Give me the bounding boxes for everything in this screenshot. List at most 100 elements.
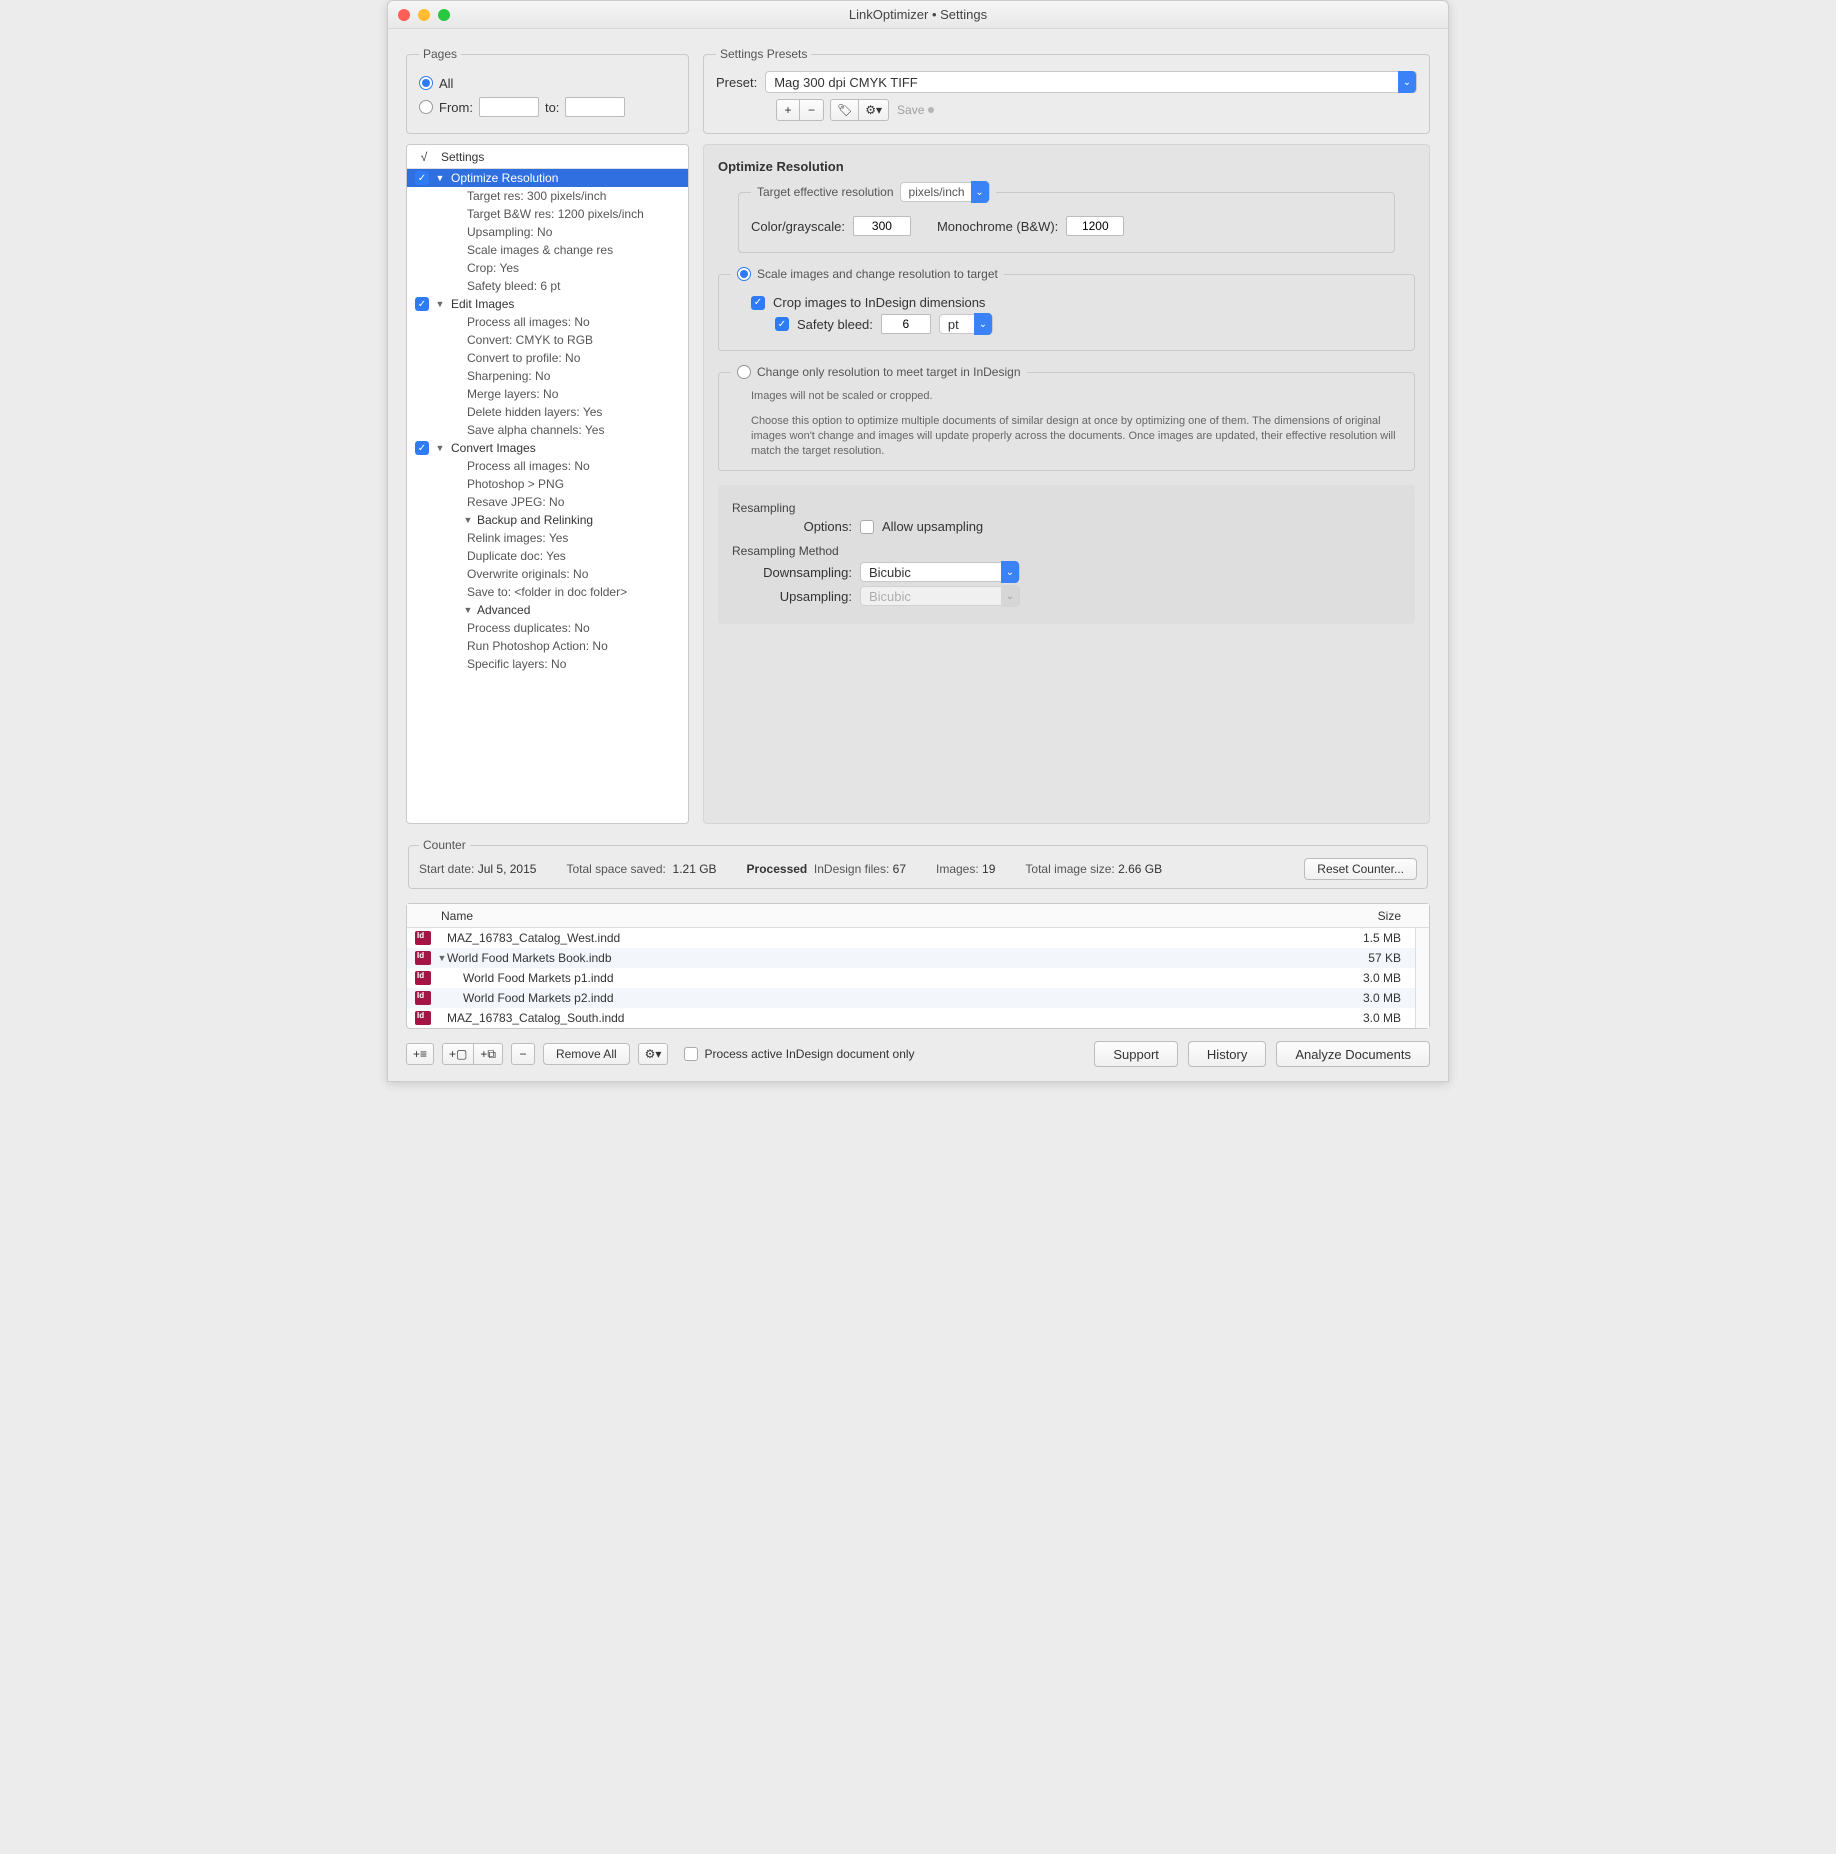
pages-all-radio[interactable] bbox=[419, 76, 433, 90]
tree-sub: Process all images: No bbox=[415, 459, 590, 473]
preset-save-button[interactable]: Save bbox=[897, 103, 934, 117]
allow-upsampling-label: Allow upsampling bbox=[882, 519, 983, 534]
chevron-updown-icon: ⌄ bbox=[971, 181, 989, 203]
triangle-down-icon[interactable]: ▼ bbox=[463, 515, 473, 525]
preset-select[interactable]: Mag 300 dpi CMYK TIFF ⌄ bbox=[765, 71, 1417, 93]
pages-from-input[interactable] bbox=[479, 97, 539, 117]
col-name[interactable]: Name bbox=[407, 909, 1335, 923]
dot-icon bbox=[928, 107, 934, 113]
tree-sub: Target res: 300 pixels/inch bbox=[415, 189, 606, 203]
scale-images-radio[interactable] bbox=[737, 267, 751, 281]
indesign-file-icon bbox=[415, 1011, 431, 1025]
tree-item-backup[interactable]: ▼Backup and Relinking bbox=[407, 511, 688, 529]
mono-res-input[interactable] bbox=[1066, 216, 1124, 236]
minimize-icon[interactable] bbox=[418, 9, 430, 21]
add-files-button[interactable]: +⧉ bbox=[474, 1043, 503, 1065]
tree-sub: Crop: Yes bbox=[415, 261, 519, 275]
remove-all-button[interactable]: Remove All bbox=[543, 1043, 630, 1065]
table-row[interactable]: MAZ_16783_Catalog_South.indd3.0 MB bbox=[407, 1008, 1415, 1028]
tree-item-optimize[interactable]: ✓ ▼ Optimize Resolution bbox=[407, 169, 688, 187]
tree-sub: Overwrite originals: No bbox=[415, 567, 588, 581]
preset-label: Preset: bbox=[716, 75, 757, 90]
app-window: LinkOptimizer • Settings Pages All From:… bbox=[387, 0, 1449, 1082]
process-active-label: Process active InDesign document only bbox=[704, 1047, 914, 1061]
bleed-input[interactable] bbox=[881, 314, 931, 334]
settings-tree: √ Settings ✓ ▼ Optimize Resolution Targe… bbox=[406, 144, 689, 824]
file-name: World Food Markets p2.indd bbox=[447, 991, 1335, 1005]
target-legend: Target effective resolution pixels/inch … bbox=[751, 182, 996, 202]
scrollbar[interactable] bbox=[1415, 928, 1429, 1028]
col-size[interactable]: Size bbox=[1335, 909, 1415, 923]
zoom-icon[interactable] bbox=[438, 9, 450, 21]
tree-item-edit[interactable]: ✓ ▼ Edit Images bbox=[407, 295, 688, 313]
process-active-checkbox[interactable] bbox=[684, 1047, 698, 1061]
tree-label: Edit Images bbox=[451, 297, 514, 311]
tree-check-edit[interactable]: ✓ bbox=[415, 297, 429, 311]
triangle-down-icon[interactable]: ▼ bbox=[463, 605, 473, 615]
add-file-button[interactable]: +▢ bbox=[442, 1043, 474, 1065]
files-body[interactable]: MAZ_16783_Catalog_West.indd1.5 MB▼World … bbox=[407, 928, 1415, 1028]
preset-tag-button[interactable]: 🏷 bbox=[830, 99, 859, 121]
table-row[interactable]: MAZ_16783_Catalog_West.indd1.5 MB bbox=[407, 928, 1415, 948]
tree-body[interactable]: ✓ ▼ Optimize Resolution Target res: 300 … bbox=[407, 169, 688, 823]
analyze-button[interactable]: Analyze Documents bbox=[1276, 1041, 1430, 1067]
tree-sub: Run Photoshop Action: No bbox=[415, 639, 608, 653]
preset-remove-button[interactable]: − bbox=[800, 99, 824, 121]
color-res-input[interactable] bbox=[853, 216, 911, 236]
file-size: 3.0 MB bbox=[1335, 991, 1415, 1005]
pages-legend: Pages bbox=[419, 47, 461, 61]
presets-legend: Settings Presets bbox=[716, 47, 811, 61]
tree-item-convert[interactable]: ✓ ▼ Convert Images bbox=[407, 439, 688, 457]
add-list-button[interactable]: +≡ bbox=[406, 1043, 434, 1065]
target-resolution-group: Target effective resolution pixels/inch … bbox=[738, 182, 1395, 253]
pages-to-input[interactable] bbox=[565, 97, 625, 117]
counter-indd: 67 bbox=[893, 862, 906, 876]
tree-sub: Safety bleed: 6 pt bbox=[415, 279, 560, 293]
counter-images: 19 bbox=[982, 862, 995, 876]
tree-check-optimize[interactable]: ✓ bbox=[415, 171, 429, 185]
triangle-icon[interactable]: ▼ bbox=[437, 953, 447, 963]
reset-counter-button[interactable]: Reset Counter... bbox=[1304, 858, 1417, 880]
file-name: World Food Markets Book.indb bbox=[447, 951, 1335, 965]
tree-check-convert[interactable]: ✓ bbox=[415, 441, 429, 455]
downsampling-select[interactable]: Bicubic ⌄ bbox=[860, 562, 1020, 582]
preset-add-button[interactable]: + bbox=[776, 99, 800, 121]
downsampling-label: Downsampling: bbox=[732, 565, 852, 580]
file-name: MAZ_16783_Catalog_West.indd bbox=[447, 931, 1335, 945]
tree-sub: Upsampling: No bbox=[415, 225, 552, 239]
change-only-radio[interactable] bbox=[737, 365, 751, 379]
change-only-label: Change only resolution to meet target in… bbox=[757, 365, 1021, 379]
tree-sub: Save to: <folder in doc folder> bbox=[415, 585, 627, 599]
remove-item-button[interactable]: − bbox=[511, 1043, 535, 1065]
pages-from-label: From: bbox=[439, 100, 473, 115]
table-row[interactable]: World Food Markets p2.indd3.0 MB bbox=[407, 988, 1415, 1008]
target-unit-select[interactable]: pixels/inch ⌄ bbox=[900, 182, 990, 202]
tree-sub: Convert: CMYK to RGB bbox=[415, 333, 593, 347]
crop-checkbox[interactable]: ✓ bbox=[751, 296, 765, 310]
tree-header: √ Settings bbox=[407, 145, 688, 169]
triangle-down-icon[interactable]: ▼ bbox=[435, 443, 445, 453]
pages-from-radio[interactable] bbox=[419, 100, 433, 114]
gear-menu-button[interactable]: ⚙︎▾ bbox=[638, 1043, 669, 1065]
table-row[interactable]: ▼World Food Markets Book.indb57 KB bbox=[407, 948, 1415, 968]
pages-to-label: to: bbox=[545, 100, 559, 115]
allow-upsampling-checkbox[interactable] bbox=[860, 520, 874, 534]
file-size: 3.0 MB bbox=[1335, 1011, 1415, 1025]
table-row[interactable]: World Food Markets p1.indd3.0 MB bbox=[407, 968, 1415, 988]
bleed-unit-select[interactable]: pt ⌄ bbox=[939, 314, 993, 334]
history-button[interactable]: History bbox=[1188, 1041, 1266, 1067]
triangle-down-icon[interactable]: ▼ bbox=[435, 299, 445, 309]
presets-group: Settings Presets Preset: Mag 300 dpi CMY… bbox=[703, 47, 1430, 134]
tree-item-advanced[interactable]: ▼Advanced bbox=[407, 601, 688, 619]
scale-images-label: Scale images and change resolution to ta… bbox=[757, 267, 998, 281]
tree-label: Optimize Resolution bbox=[451, 171, 558, 185]
chevron-updown-icon: ⌄ bbox=[974, 313, 992, 335]
resampling-group: Resampling Options: Allow upsampling Res… bbox=[718, 485, 1415, 624]
preset-gear-button[interactable]: ⚙︎▾ bbox=[859, 99, 889, 121]
chevron-updown-icon: ⌄ bbox=[1398, 71, 1416, 93]
traffic-lights bbox=[398, 9, 450, 21]
bleed-checkbox[interactable]: ✓ bbox=[775, 317, 789, 331]
support-button[interactable]: Support bbox=[1094, 1041, 1178, 1067]
triangle-down-icon[interactable]: ▼ bbox=[435, 173, 445, 183]
close-icon[interactable] bbox=[398, 9, 410, 21]
